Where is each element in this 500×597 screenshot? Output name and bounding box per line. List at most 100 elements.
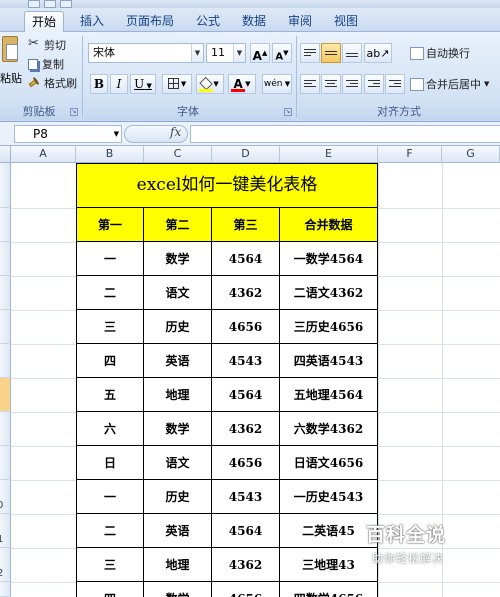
tab-insert[interactable]: 插入	[72, 11, 112, 32]
row-header[interactable]	[0, 310, 11, 344]
table-cell[interactable]: 四英语4543	[280, 344, 378, 378]
chevron-down-icon[interactable]: ▼	[484, 80, 489, 88]
formula-input[interactable]	[190, 125, 500, 143]
font-launcher-icon[interactable]: ↘	[284, 108, 292, 116]
format-painter-button[interactable]: 格式刷	[28, 75, 77, 91]
borders-button[interactable]: ▼	[162, 74, 192, 94]
phonetic-button[interactable]: wén ▼	[262, 74, 292, 94]
table-cell[interactable]: 4564	[212, 514, 280, 548]
table-header-cell[interactable]: 合并数据	[280, 208, 378, 242]
table-cell[interactable]: 语文	[144, 446, 212, 480]
align-right-button[interactable]	[342, 74, 362, 94]
table-cell[interactable]: 四数学4656	[280, 582, 378, 597]
table-cell[interactable]: 历史	[144, 480, 212, 514]
table-cell[interactable]: 六数学4362	[280, 412, 378, 446]
copy-button[interactable]: 复制	[28, 56, 64, 72]
table-cell[interactable]: 二语文4362	[280, 276, 378, 310]
column-header-e[interactable]: E	[280, 146, 378, 163]
table-cell[interactable]: 一历史4543	[280, 480, 378, 514]
table-cell[interactable]: 4656	[212, 446, 280, 480]
align-left-button[interactable]	[300, 74, 320, 94]
underline-button[interactable]: U ▼	[130, 74, 156, 94]
chevron-down-icon[interactable]: ▼	[233, 44, 245, 62]
wrap-text-button[interactable]: 自动换行	[410, 45, 470, 61]
table-cell[interactable]: 一数学4564	[280, 242, 378, 276]
table-cell[interactable]: 五	[76, 378, 144, 412]
table-cell[interactable]: 六	[76, 412, 144, 446]
table-cell[interactable]: 地理	[144, 378, 212, 412]
tab-data[interactable]: 数据	[234, 11, 274, 32]
table-header-cell[interactable]: 第二	[144, 208, 212, 242]
row-header[interactable]: 2	[0, 548, 11, 582]
table-cell[interactable]: 历史	[144, 310, 212, 344]
table-cell[interactable]: 二	[76, 514, 144, 548]
align-top-button[interactable]	[300, 43, 320, 63]
table-cell[interactable]: 一	[76, 480, 144, 514]
cut-button[interactable]: 剪切	[28, 36, 66, 53]
row-header[interactable]: 1	[0, 514, 11, 548]
save-icon[interactable]	[28, 0, 40, 8]
table-cell[interactable]: 日语文4656	[280, 446, 378, 480]
italic-button[interactable]: I	[110, 74, 128, 94]
insert-function-icon[interactable]: fx	[170, 125, 181, 139]
tab-home[interactable]: 开始	[24, 11, 64, 32]
font-color-button[interactable]: A ▼	[228, 74, 256, 94]
row-header[interactable]	[0, 242, 11, 276]
row-header[interactable]	[0, 344, 11, 378]
tab-view[interactable]: 视图	[326, 11, 366, 32]
table-cell[interactable]: 4362	[212, 548, 280, 582]
orientation-button[interactable]: ab↗	[364, 43, 392, 63]
row-header[interactable]	[0, 582, 11, 597]
table-cell[interactable]: 地理	[144, 548, 212, 582]
table-cell[interactable]: 四	[76, 582, 144, 597]
chevron-down-icon[interactable]: ▼	[191, 44, 203, 62]
fill-color-button[interactable]: ▼	[196, 74, 224, 94]
decrease-indent-button[interactable]	[364, 74, 384, 94]
table-cell[interactable]: 4543	[212, 480, 280, 514]
row-header[interactable]	[0, 276, 11, 310]
tab-review[interactable]: 审阅	[280, 11, 320, 32]
table-cell[interactable]: 4656	[212, 582, 280, 597]
table-cell[interactable]: 日	[76, 446, 144, 480]
table-cell[interactable]: 三	[76, 310, 144, 344]
table-cell[interactable]: 英语	[144, 514, 212, 548]
table-cell[interactable]: 数学	[144, 242, 212, 276]
align-middle-button[interactable]	[321, 43, 341, 63]
table-cell[interactable]: 一	[76, 242, 144, 276]
row-header-selected[interactable]	[0, 378, 11, 412]
increase-indent-button[interactable]	[385, 74, 405, 94]
table-header-cell[interactable]: 第三	[212, 208, 280, 242]
column-header-g[interactable]: G	[442, 146, 500, 163]
redo-icon[interactable]	[60, 0, 72, 8]
font-size-combo[interactable]: 11 ▼	[206, 43, 246, 63]
column-header-b[interactable]: B	[76, 146, 144, 163]
column-header-f[interactable]: F	[378, 146, 442, 163]
row-header[interactable]	[0, 163, 11, 208]
table-cell[interactable]: 4656	[212, 310, 280, 344]
bold-button[interactable]: B	[90, 74, 108, 94]
table-cell[interactable]: 五地理4564	[280, 378, 378, 412]
table-cell[interactable]: 语文	[144, 276, 212, 310]
clipboard-launcher-icon[interactable]: ↘	[70, 108, 78, 116]
table-cell[interactable]: 4564	[212, 242, 280, 276]
name-box[interactable]: P8 ▼	[14, 125, 122, 143]
table-cell[interactable]: 英语	[144, 344, 212, 378]
shrink-font-button[interactable]: A▼	[272, 43, 292, 63]
column-header-c[interactable]: C	[144, 146, 212, 163]
row-header[interactable]	[0, 446, 11, 480]
table-cell[interactable]: 4362	[212, 276, 280, 310]
table-cell[interactable]: 四	[76, 344, 144, 378]
column-header-a[interactable]: A	[11, 146, 76, 163]
row-header[interactable]	[0, 208, 11, 242]
row-header[interactable]: 0	[0, 480, 11, 514]
align-center-button[interactable]	[321, 74, 341, 94]
chevron-down-icon[interactable]: ▼	[114, 126, 119, 142]
tab-formulas[interactable]: 公式	[188, 11, 228, 32]
table-cell[interactable]: 数学	[144, 412, 212, 446]
row-header[interactable]	[0, 412, 11, 446]
column-header-d[interactable]: D	[212, 146, 280, 163]
table-title-cell[interactable]: excel如何一键美化表格	[76, 163, 378, 208]
undo-icon[interactable]	[44, 0, 56, 8]
table-cell[interactable]: 数学	[144, 582, 212, 597]
paste-button[interactable]: 粘贴	[0, 32, 24, 102]
